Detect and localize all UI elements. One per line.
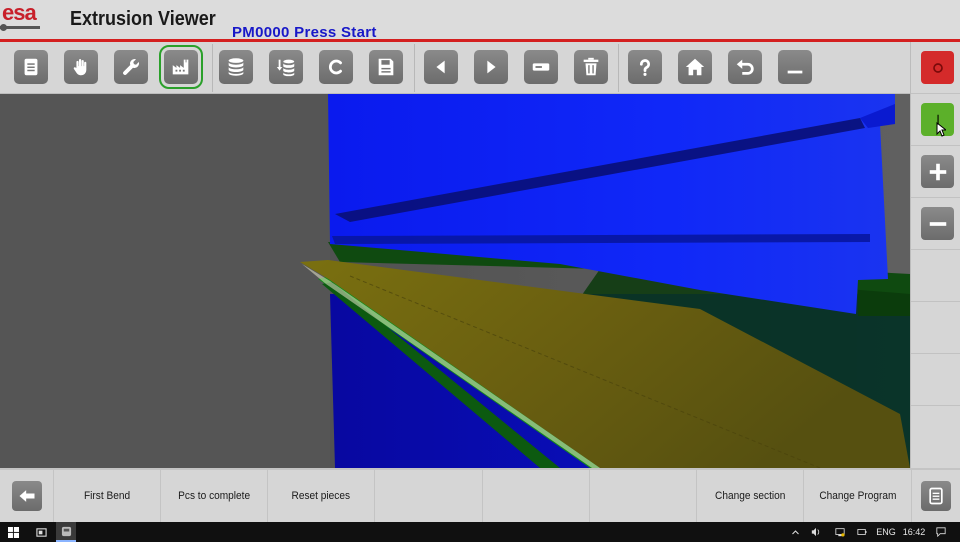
- stop-button[interactable]: [921, 51, 954, 84]
- previous-button[interactable]: [424, 50, 458, 84]
- minus-box-icon: [532, 63, 550, 71]
- main-toolbar: [0, 42, 910, 94]
- battery-icon[interactable]: [854, 522, 870, 542]
- factory-icon: [172, 59, 189, 75]
- extrusion-3d-viewport[interactable]: [0, 94, 910, 468]
- pcs-to-complete-softkey[interactable]: Pcs to complete: [161, 470, 268, 522]
- pcs-to-complete-label: Pcs to complete: [177, 490, 250, 502]
- taskbar-app-extrusion-viewer[interactable]: [56, 522, 76, 542]
- database-button[interactable]: [219, 50, 253, 84]
- zoom-in-icon: [929, 163, 946, 180]
- reset-pieces-label: Reset pieces: [291, 490, 351, 502]
- trash-icon: [583, 57, 599, 76]
- hand-icon: [73, 59, 87, 76]
- wrench-icon: [123, 58, 140, 75]
- task-view-icon: [35, 527, 47, 537]
- softkey-bar: First Bend Pcs to complete Reset pieces …: [0, 468, 960, 522]
- empty-slot: [911, 406, 960, 468]
- field-button[interactable]: [524, 50, 558, 84]
- notifications-icon[interactable]: [932, 522, 950, 542]
- machine-frame: [0, 94, 330, 468]
- task-view-button[interactable]: [32, 522, 50, 542]
- question-icon: [639, 59, 650, 76]
- c-letter-icon: [328, 59, 342, 75]
- empty-softkey[interactable]: [590, 470, 697, 522]
- reset-pieces-softkey[interactable]: Reset pieces: [268, 470, 375, 522]
- zoom-out-button[interactable]: [921, 207, 954, 240]
- network-icon[interactable]: [832, 522, 848, 542]
- zoom-out-icon: [929, 221, 946, 226]
- list-icon: [929, 487, 943, 505]
- clear-button[interactable]: [319, 50, 353, 84]
- arrow-right-icon: [487, 60, 496, 74]
- manual-mode-button[interactable]: [64, 50, 98, 84]
- empty-softkey[interactable]: [483, 470, 590, 522]
- tray-chevron-icon[interactable]: [788, 522, 802, 542]
- stop-slot: [911, 42, 960, 94]
- empty-softkey[interactable]: [375, 470, 483, 522]
- app-icon: [61, 526, 71, 536]
- arrow-back-icon: [19, 490, 34, 502]
- extrusion-scene: [0, 94, 910, 468]
- floppy-icon: [378, 58, 394, 76]
- zoom-in-button[interactable]: [921, 155, 954, 188]
- empty-slot: [911, 354, 960, 406]
- document-icon: [24, 58, 38, 76]
- stop-icon: [932, 62, 943, 73]
- minimize-icon: [787, 70, 803, 74]
- language-indicator[interactable]: ENG: [874, 522, 898, 542]
- zoom-out-slot: [911, 198, 960, 250]
- mouse-cursor-icon: [936, 122, 946, 137]
- right-control-panel: [910, 42, 960, 468]
- back-softkey[interactable]: [0, 470, 54, 522]
- change-program-label: Change Program: [818, 490, 897, 502]
- production-button[interactable]: [159, 45, 203, 89]
- help-button[interactable]: [628, 50, 662, 84]
- home-button[interactable]: [678, 50, 712, 84]
- empty-slot: [911, 302, 960, 354]
- clock[interactable]: 16:42: [900, 522, 928, 542]
- database-icon: [228, 58, 244, 76]
- undo-icon: [736, 59, 754, 75]
- database-download-icon: [276, 59, 295, 77]
- change-program-softkey[interactable]: Change Program: [804, 470, 912, 522]
- os-taskbar: ENG 16:42: [0, 522, 960, 542]
- app-title: Extrusion Viewer: [70, 8, 216, 30]
- start-menu-button[interactable]: [4, 522, 22, 542]
- next-button[interactable]: [474, 50, 508, 84]
- delete-button[interactable]: [574, 50, 608, 84]
- home-icon: [685, 58, 705, 76]
- database-download-button[interactable]: [269, 50, 303, 84]
- document-button[interactable]: [14, 50, 48, 84]
- first-bend-label: First Bend: [83, 490, 131, 502]
- tools-button[interactable]: [114, 50, 148, 84]
- change-section-label: Change section: [714, 490, 786, 502]
- extrusion-viewer-window: esa Extrusion Viewer PM0000 Press Start: [0, 0, 960, 542]
- arrow-left-icon: [436, 60, 445, 74]
- empty-slot: [911, 250, 960, 302]
- zoom-in-slot: [911, 146, 960, 198]
- undo-button[interactable]: [728, 50, 762, 84]
- esa-logo: esa: [0, 0, 44, 32]
- windows-icon: [7, 526, 19, 538]
- list-softkey[interactable]: [912, 470, 960, 522]
- save-button[interactable]: [369, 50, 403, 84]
- first-bend-softkey[interactable]: First Bend: [54, 470, 161, 522]
- logo-text: esa: [2, 0, 37, 25]
- change-section-softkey[interactable]: Change section: [697, 470, 804, 522]
- volume-icon[interactable]: [808, 522, 824, 542]
- title-bar: esa Extrusion Viewer PM0000 Press Start: [0, 0, 960, 42]
- status-message: PM0000 Press Start: [232, 24, 377, 41]
- minimize-button[interactable]: [778, 50, 812, 84]
- start-slot: [911, 94, 960, 146]
